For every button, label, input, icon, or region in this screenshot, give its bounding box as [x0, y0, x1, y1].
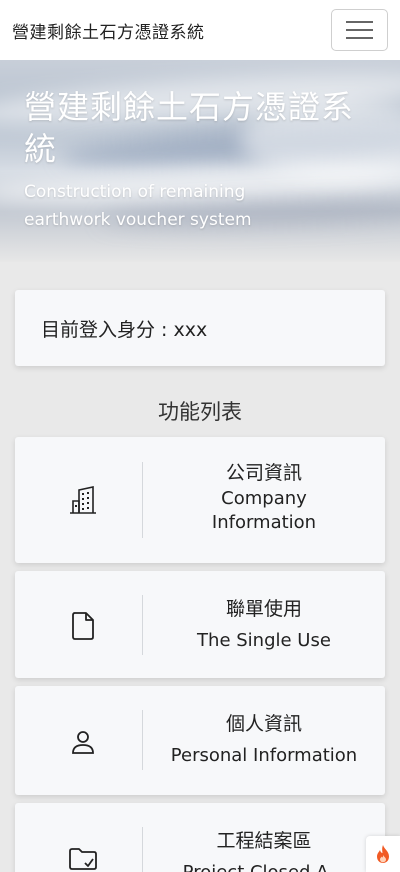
card-text: 聯單使用 The Single Use [143, 595, 385, 653]
company-information-card[interactable]: 公司資訊 Company Information [15, 437, 385, 563]
hero-title: 營建剩餘土石方憑證系統 [24, 88, 355, 168]
function-list-heading: 功能列表 [158, 400, 242, 424]
building-icon [65, 482, 101, 518]
hero-subtitle: Construction of remaining earthwork vouc… [24, 182, 252, 230]
person-icon [65, 724, 101, 760]
card-title-en: Project Closed A... [143, 861, 385, 872]
current-user-card: 目前登入身分 : xxx [15, 290, 385, 366]
card-text: 公司資訊 Company Information [143, 459, 385, 535]
hamburger-icon-line [346, 29, 373, 31]
folder-check-icon [65, 841, 101, 872]
top-navbar: 營建剩餘土石方憑證系統 [0, 0, 400, 60]
card-title-zh: 公司資訊 [225, 462, 302, 484]
fire-icon [377, 845, 389, 863]
project-closed-area-card[interactable]: 工程結案區 Project Closed A... [15, 803, 385, 872]
card-title-en: Personal Information [170, 745, 358, 766]
card-title-zh: 聯單使用 [225, 598, 302, 620]
card-title-zh: 工程結案區 [216, 830, 312, 852]
card-text: 工程結案區 Project Closed A... [143, 827, 385, 872]
card-text: 個人資訊 Personal Information [143, 710, 385, 768]
current-user-label: 目前登入身分 : xxx [41, 318, 208, 341]
hamburger-icon-line [346, 21, 373, 23]
floating-fire-button[interactable] [366, 836, 400, 872]
file-icon [65, 608, 101, 644]
card-title-zh: 個人資訊 [225, 713, 302, 735]
personal-information-card[interactable]: 個人資訊 Personal Information [15, 686, 385, 795]
navbar-title[interactable]: 營建剩餘土石方憑證系統 [12, 18, 205, 43]
hamburger-menu-button[interactable] [331, 9, 388, 51]
card-title-en: Company Information [211, 488, 317, 533]
card-title-en: The Single Use [197, 630, 331, 651]
hamburger-icon-line [346, 37, 373, 39]
single-use-card[interactable]: 聯單使用 The Single Use [15, 571, 385, 678]
